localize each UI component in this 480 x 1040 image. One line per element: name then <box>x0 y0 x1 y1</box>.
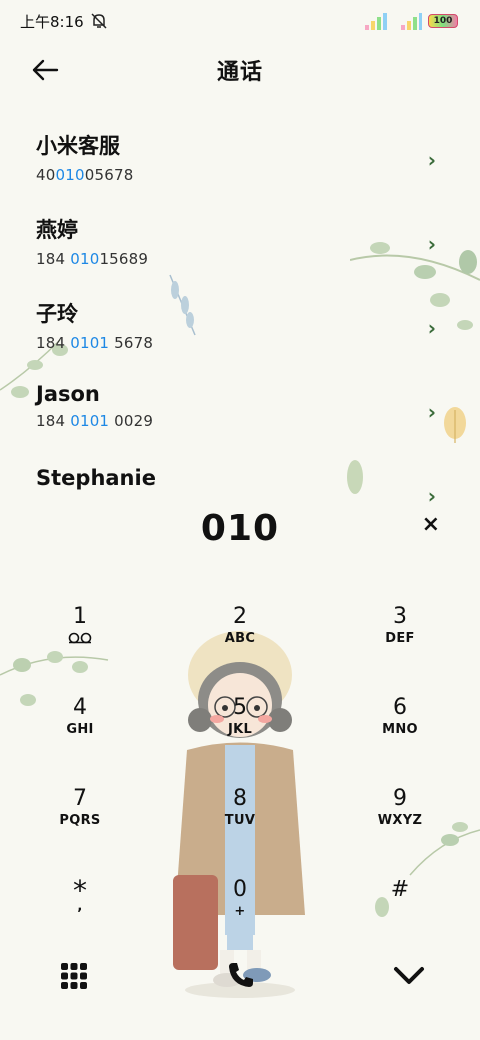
key-5[interactable]: 5 JKL <box>160 691 320 782</box>
chevron-right-icon[interactable]: › <box>428 232 436 256</box>
keypad: 1 2 ABC 3 DEF 4 GHI 5 JKL 6 MNO 7 PQRS 8… <box>0 600 480 964</box>
key-digit: 3 <box>393 604 407 629</box>
status-bar: 上午8:16 100 <box>0 0 480 42</box>
key-letters: + <box>234 904 246 919</box>
clear-button[interactable]: × <box>422 512 440 537</box>
key-letters: WXYZ <box>377 813 423 828</box>
chevron-right-icon[interactable]: › <box>428 400 436 424</box>
contact-item[interactable]: 燕婷 184 01015689 › <box>0 204 480 288</box>
key-2[interactable]: 2 ABC <box>160 600 320 691</box>
header: 通话 <box>0 48 480 92</box>
key-8[interactable]: 8 TUV <box>160 782 320 873</box>
voicemail-icon <box>68 632 92 644</box>
arrow-left-icon[interactable] <box>30 56 60 84</box>
keypad-grid-icon[interactable] <box>60 962 88 990</box>
contact-name: Stephanie <box>36 466 156 490</box>
key-4[interactable]: 4 GHI <box>0 691 160 782</box>
wifi-icon <box>401 13 422 30</box>
key-6[interactable]: 6 MNO <box>320 691 480 782</box>
status-left: 上午8:16 <box>20 11 108 32</box>
key-7[interactable]: 7 PQRS <box>0 782 160 873</box>
mute-bell-icon <box>91 13 107 29</box>
status-time: 上午8:16 <box>20 12 84 31</box>
key-digit: # <box>390 877 410 902</box>
key-1[interactable]: 1 <box>0 600 160 691</box>
page-title: 通话 <box>216 60 263 85</box>
status-right: 100 <box>364 11 458 31</box>
battery-icon: 100 <box>428 14 458 28</box>
contact-name: Jason <box>36 382 100 406</box>
key-digit: 5 <box>233 695 247 720</box>
contact-list: 小米客服 4001005678 › 燕婷 184 01015689 › 子玲 1… <box>0 120 480 540</box>
key-digit: 0 <box>233 877 247 902</box>
key-digit: 4 <box>73 695 87 720</box>
chevron-right-icon[interactable]: › <box>428 316 436 340</box>
key-digit: 6 <box>393 695 407 720</box>
key-letters: TUV <box>224 813 256 828</box>
key-3[interactable]: 3 DEF <box>320 600 480 691</box>
key-digit: 7 <box>73 786 87 811</box>
key-digit: 1 <box>73 604 87 629</box>
dial-display: 010 × <box>0 500 480 556</box>
contact-name: 燕婷 <box>36 218 78 242</box>
dialed-number: 010 <box>200 507 280 549</box>
bottom-bar <box>0 950 480 1000</box>
key-letters: , <box>77 899 83 914</box>
key-digit: 2 <box>233 604 247 629</box>
phone-call-icon[interactable] <box>226 960 256 990</box>
contact-item[interactable]: 小米客服 4001005678 › <box>0 120 480 204</box>
contact-number: 184 0101 5678 <box>36 334 154 352</box>
signal-icon <box>365 13 387 30</box>
key-letters: PQRS <box>59 813 101 828</box>
key-letters: JKL <box>227 722 253 737</box>
contact-item[interactable]: Jason 184 0101 0029 › <box>0 372 480 456</box>
key-letters: MNO <box>382 722 418 737</box>
key-letters: ABC <box>224 631 256 646</box>
key-digit: 9 <box>393 786 407 811</box>
contact-item[interactable]: 子玲 184 0101 5678 › <box>0 288 480 372</box>
key-letters: GHI <box>66 722 94 737</box>
contact-name: 子玲 <box>36 302 78 326</box>
contact-number: 184 0101 0029 <box>36 412 154 430</box>
contact-number: 184 01015689 <box>36 250 149 268</box>
key-letters: DEF <box>385 631 415 646</box>
contact-name: 小米客服 <box>36 134 120 158</box>
contact-number: 4001005678 <box>36 166 134 184</box>
chevron-down-icon[interactable] <box>392 964 426 988</box>
key-digit: 8 <box>233 786 247 811</box>
key-9[interactable]: 9 WXYZ <box>320 782 480 873</box>
chevron-right-icon[interactable]: › <box>428 148 436 172</box>
